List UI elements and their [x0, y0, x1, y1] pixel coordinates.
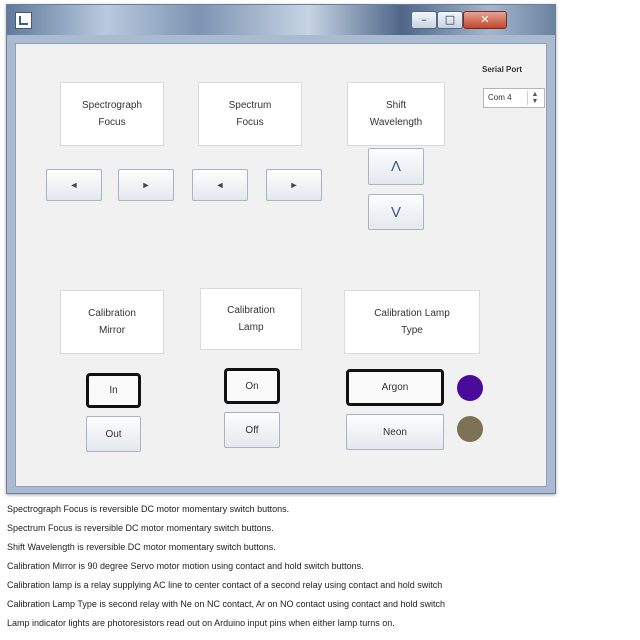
arrow-left-icon: ◄: [69, 180, 79, 190]
serial-port-select[interactable]: Com 4 ▲ ▼: [483, 88, 545, 108]
spectrum-focus-label: Spectrum Focus: [198, 82, 302, 146]
calibration-lamp-type-argon-button[interactable]: Argon: [346, 369, 444, 406]
app-window: – □ ✕ Serial Port Com 4 ▲ ▼ Spectrograph …: [6, 4, 556, 494]
calibration-lamp-label-line1: Calibration: [227, 305, 275, 316]
caption-line-7: Lamp indicator lights are photoresistors…: [7, 618, 395, 628]
close-button[interactable]: ✕: [463, 11, 507, 29]
shift-wavelength-label: Shift Wavelength: [347, 82, 445, 146]
spectrum-focus-right-button[interactable]: ►: [266, 169, 322, 201]
caption-line-6: Calibration Lamp Type is second relay wi…: [7, 599, 446, 609]
shift-wavelength-up-button[interactable]: Λ: [368, 148, 424, 185]
spectrum-focus-left-button[interactable]: ◄: [192, 169, 248, 201]
argon-lamp-indicator: [457, 375, 483, 401]
serial-port-spinner[interactable]: ▲ ▼: [527, 91, 542, 105]
caption-line-5: Calibration lamp is a relay supplying AC…: [7, 580, 443, 590]
spectrograph-focus-label-line1: Spectrograph: [81, 100, 143, 111]
caption-line-2: Spectrum Focus is reversible DC motor mo…: [7, 523, 274, 533]
caption-line-3: Shift Wavelength is reversible DC motor …: [7, 542, 276, 552]
calibration-lamp-label-line2: Lamp: [238, 322, 264, 333]
chevron-up-icon: ▲: [531, 91, 539, 98]
calibration-mirror-label-line2: Mirror: [98, 325, 126, 336]
spectrograph-focus-left-button[interactable]: ◄: [46, 169, 102, 201]
caption-line-1: Spectrograph Focus is reversible DC moto…: [7, 504, 290, 514]
calibration-lamp-type-label: Calibration Lamp Type: [344, 290, 480, 354]
title-bar[interactable]: – □ ✕: [7, 5, 555, 35]
arrow-right-icon: ►: [141, 180, 151, 190]
calibration-mirror-label: Calibration Mirror: [60, 290, 164, 354]
caption-line-4: Calibration Mirror is 90 degree Servo mo…: [7, 561, 364, 571]
control-panel: Serial Port Com 4 ▲ ▼ Spectrograph Focus …: [15, 43, 547, 487]
calibration-lamp-type-label-line1: Calibration Lamp: [374, 308, 450, 319]
calibration-lamp-type-label-line2: Type: [401, 325, 423, 336]
maximize-button[interactable]: □: [437, 11, 463, 29]
calibration-lamp-off-button[interactable]: Off: [224, 412, 280, 448]
spectrograph-focus-right-button[interactable]: ►: [118, 169, 174, 201]
arrow-right-icon: ►: [289, 180, 299, 190]
calibration-mirror-label-line1: Calibration: [88, 308, 136, 319]
calibration-lamp-label: Calibration Lamp: [200, 288, 302, 350]
calibration-mirror-in-button[interactable]: In: [86, 373, 141, 408]
spectrograph-focus-label: Spectrograph Focus: [60, 82, 164, 146]
spectrograph-focus-label-line2: Focus: [98, 117, 126, 128]
arrow-left-icon: ◄: [215, 180, 225, 190]
chevron-down-icon: ▼: [531, 98, 539, 105]
neon-lamp-indicator: [457, 416, 483, 442]
shift-wavelength-label-line2: Wavelength: [369, 117, 423, 128]
calibration-lamp-type-neon-button[interactable]: Neon: [346, 414, 444, 450]
calibration-mirror-out-button[interactable]: Out: [86, 416, 141, 452]
spectrum-focus-label-line1: Spectrum: [228, 100, 272, 111]
shift-wavelength-down-button[interactable]: V: [368, 194, 424, 230]
serial-port-label: Serial Port: [482, 65, 523, 74]
serial-port-value: Com 4: [488, 93, 512, 102]
spectrum-focus-label-line2: Focus: [236, 117, 264, 128]
app-icon: [15, 12, 32, 29]
calibration-lamp-on-button[interactable]: On: [224, 368, 280, 404]
minimize-button[interactable]: –: [411, 11, 437, 29]
shift-wavelength-label-line1: Shift: [385, 100, 406, 111]
